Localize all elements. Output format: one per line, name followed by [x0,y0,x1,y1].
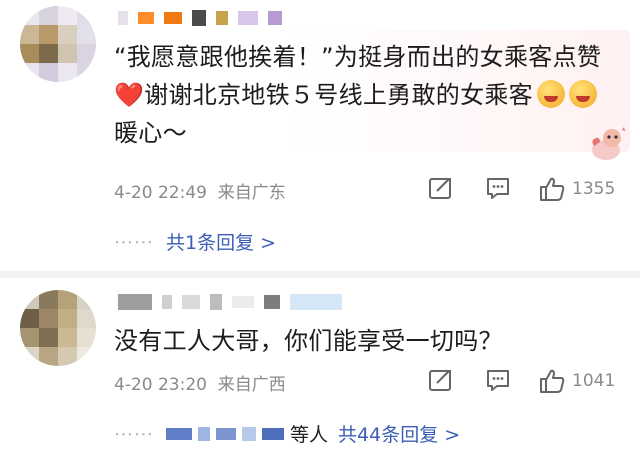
comment-text: 没有工人大哥，你们能享受一切吗？ [114,322,614,360]
like-button[interactable]: 1355 [538,176,615,202]
reply-indent-dots: ⋯⋯ [114,422,154,445]
avatar[interactable] [20,290,96,366]
thumbs-up-icon [540,177,565,201]
comment-button[interactable] [485,176,511,200]
comment-time: 4-20 22:49 [114,183,207,203]
heart-eyes-face-emoji [569,80,597,108]
red-heart-emoji: ❤️ [114,81,145,109]
heart-eyes-face-emoji [537,80,565,108]
comment-icon [487,178,509,199]
comment-text-line: 没有工人大哥，你们能享受一切吗？ [114,327,503,355]
replies-link[interactable]: ⋯⋯ 共1条回复 > [114,228,276,255]
like-count: 1041 [572,371,616,391]
cute-sticker [592,127,625,160]
share-button[interactable] [428,176,454,200]
like-count: 1355 [572,179,616,199]
comment-text-line: ❤️谢谢北京地铁５号线上勇敢的女乘客 [114,76,614,114]
share-icon [429,370,451,391]
thumbs-up-icon [540,369,565,393]
comment-divider [0,271,640,278]
username-blurred[interactable] [118,294,342,310]
comment-location: 来自广西 [217,375,286,395]
comment-icon [487,370,509,391]
comment-text-line: “我愿意跟他挨着！”为挺身而出的女乘客点赞 [114,43,602,71]
replies-count-label[interactable]: 共1条回复 > [166,228,276,255]
avatar[interactable] [20,6,96,82]
share-icon [429,178,451,199]
comment-text-line: 暖心～ [114,119,187,147]
username-blurred[interactable] [118,10,282,26]
comment-item: “我愿意跟他挨着！”为挺身而出的女乘客点赞 ❤️谢谢北京地铁５号线上勇敢的女乘客… [0,0,640,270]
comment-button[interactable] [485,368,511,392]
share-button[interactable] [428,368,454,392]
reply-indent-dots: ⋯⋯ [114,230,154,253]
comment-meta: 4-20 22:49 来自广东 [114,178,286,203]
comment-meta: 4-20 23:20 来自广西 [114,370,286,395]
replies-count-label[interactable]: 共44条回复 > [338,420,460,447]
comment-item: 没有工人大哥，你们能享受一切吗？ 4-20 23:20 来自广西 1041 ⋯⋯ [0,278,640,462]
comment-text-segment: 谢谢北京地铁５号线上勇敢的女乘客 [144,81,533,109]
like-button[interactable]: 1041 [538,368,615,394]
comment-location: 来自广东 [217,183,286,203]
replies-link[interactable]: ⋯⋯ 等人 共44条回复 > [114,420,460,447]
comment-text: “我愿意跟他挨着！”为挺身而出的女乘客点赞 ❤️谢谢北京地铁５号线上勇敢的女乘客… [114,38,614,152]
repliers-suffix: 等人 [290,424,329,446]
repliers-blurred [166,426,284,441]
comment-time: 4-20 23:20 [114,375,207,395]
